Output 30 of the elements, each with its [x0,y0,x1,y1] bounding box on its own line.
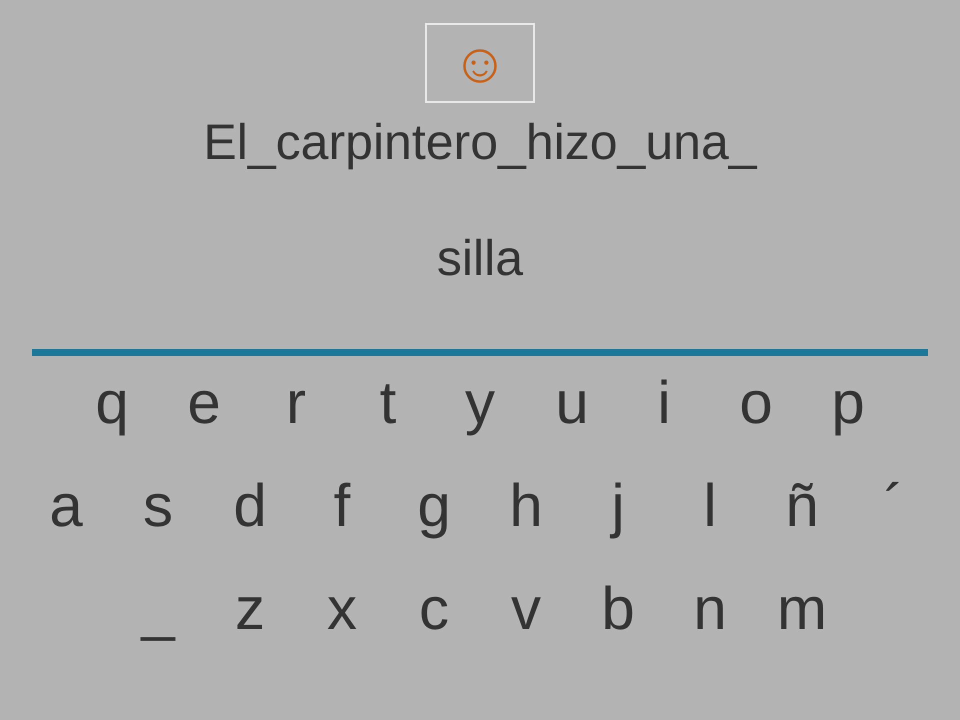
letter-key[interactable]: q [66,368,158,438]
letter-key[interactable]: i [618,368,710,438]
letter-key[interactable]: o [710,368,802,438]
letter-key[interactable]: g [388,471,480,541]
letter-key[interactable]: u [526,368,618,438]
letter-key[interactable]: a [20,471,112,541]
letter-key[interactable]: ´ [848,471,940,541]
letter-key[interactable]: m [756,574,848,644]
letter-key[interactable]: s [112,471,204,541]
sentence-text: silla [436,229,524,287]
smiley-icon: ☺ [451,35,509,91]
letter-key[interactable]: ñ [756,471,848,541]
letter-key[interactable]: f [296,471,388,541]
letter-key[interactable]: j [572,471,664,541]
sentence-text: El_carpintero_hizo_una_ [203,113,757,171]
letter-key[interactable]: v [480,574,572,644]
letter-key[interactable]: t [342,368,434,438]
letter-key[interactable]: b [572,574,664,644]
letter-key[interactable]: y [434,368,526,438]
letter-key[interactable]: l [664,471,756,541]
letter-key[interactable]: p [802,368,894,438]
letter-key[interactable]: _ [112,574,204,644]
letter-key[interactable]: h [480,471,572,541]
letter-key[interactable]: e [158,368,250,438]
letter-key[interactable]: x [296,574,388,644]
letter-key[interactable]: d [204,471,296,541]
letter-key[interactable]: c [388,574,480,644]
letter-key[interactable]: r [250,368,342,438]
letter-key[interactable]: z [204,574,296,644]
letter-key[interactable]: n [664,574,756,644]
